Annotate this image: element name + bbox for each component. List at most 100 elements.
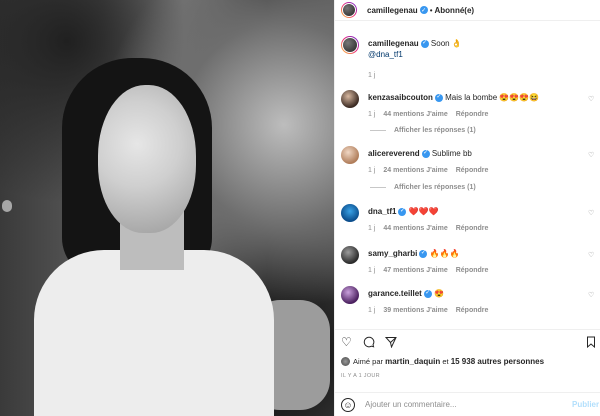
- comment-meta: 1 j 39 mentions J'aime Répondre: [368, 307, 593, 314]
- comment-like-heart-icon[interactable]: ♡: [588, 251, 595, 259]
- likes-suffix: et: [442, 357, 449, 366]
- comment-likes[interactable]: 44 mentions J'aime: [383, 225, 447, 232]
- emoji-icon[interactable]: ☺: [341, 397, 355, 412]
- comment-username[interactable]: dna_tf1: [368, 207, 396, 216]
- comment-meta: 1 j 47 mentions J'aime Répondre: [368, 267, 593, 274]
- post-side-panel: camillegenau ✓ • Abonné(e) camillegenau ✓…: [334, 0, 600, 416]
- post-actions-bar: ♡: [335, 329, 600, 353]
- view-replies-label[interactable]: Afficher les réponses (1): [394, 184, 476, 191]
- caption-text: Soon: [430, 39, 450, 48]
- likes-count[interactable]: 15 938 autres personnes: [451, 357, 544, 366]
- comment-time[interactable]: 1 j: [368, 307, 375, 314]
- caption-emoji: 👌: [451, 39, 462, 48]
- verified-badge-icon: ✓: [419, 6, 428, 14]
- post-timestamp[interactable]: IL Y A 1 JOUR: [341, 373, 380, 379]
- avatar[interactable]: [341, 204, 359, 222]
- comment-like-heart-icon[interactable]: ♡: [588, 151, 595, 159]
- likes-user[interactable]: martin_daquin: [385, 357, 440, 366]
- comment-line: alicereverend ✓ Sublime bb: [368, 148, 593, 159]
- comment-body: alicereverend ✓ Sublime bb 1 j 24 mention…: [368, 148, 593, 174]
- comment-username[interactable]: kenzasaibcouton: [368, 93, 433, 102]
- avatar[interactable]: [341, 286, 359, 304]
- comment-username[interactable]: garance.teillet: [368, 289, 422, 298]
- comment-body: dna_tf1 ✓ ❤️❤️❤️ 1 j 44 mentions J'aime R…: [368, 206, 593, 232]
- likes-prefix: Aimé par: [353, 357, 384, 366]
- reply-button[interactable]: Répondre: [456, 225, 489, 232]
- reply-button[interactable]: Répondre: [456, 267, 489, 274]
- avatar[interactable]: [342, 3, 356, 17]
- avatar[interactable]: [341, 246, 359, 264]
- comment-body: samy_gharbi ✓ 🔥🔥🔥 1 j 47 mentions J'aime …: [368, 248, 593, 274]
- view-replies-link[interactable]: Afficher les réponses (1): [370, 184, 476, 191]
- comment-like-heart-icon[interactable]: ♡: [588, 291, 595, 299]
- caption-mention[interactable]: @dna_tf1: [368, 49, 593, 60]
- comment-username[interactable]: samy_gharbi: [368, 249, 417, 258]
- photo-subject-dress: [34, 250, 274, 416]
- avatar[interactable]: [342, 37, 358, 53]
- verified-badge-icon: ✓: [398, 207, 407, 216]
- reply-button[interactable]: Répondre: [456, 111, 489, 118]
- likes-summary: Aimé par martin_daquin et 15 938 autres …: [341, 357, 544, 366]
- comment-like-heart-icon[interactable]: ♡: [588, 95, 595, 103]
- comment-likes[interactable]: 24 mentions J'aime: [383, 167, 447, 174]
- comment-like-heart-icon[interactable]: ♡: [588, 209, 595, 217]
- comment-input[interactable]: [365, 400, 570, 409]
- comment-text: 😍: [434, 289, 445, 298]
- caption-line: camillegenau ✓ Soon 👌: [368, 38, 593, 49]
- comment-text: Sublime bb: [431, 149, 472, 158]
- comment-likes[interactable]: 39 mentions J'aime: [383, 307, 447, 314]
- comment-meta: 1 j 44 mentions J'aime Répondre: [368, 225, 593, 232]
- avatar[interactable]: [341, 146, 359, 164]
- verified-badge-icon: ✓: [423, 289, 432, 298]
- photo-subject-face: [98, 85, 196, 233]
- post-viewer: camillegenau ✓ • Abonné(e) camillegenau ✓…: [0, 0, 600, 416]
- post-header: camillegenau ✓ • Abonné(e): [335, 0, 600, 21]
- comment-text: ❤️❤️❤️: [408, 207, 439, 216]
- comment-line: dna_tf1 ✓ ❤️❤️❤️: [368, 206, 593, 217]
- following-status-button[interactable]: Abonné(e): [435, 6, 475, 15]
- view-replies-label[interactable]: Afficher les réponses (1): [394, 127, 476, 134]
- replies-divider: [370, 130, 386, 131]
- comment-line: kenzasaibcouton ✓ Mais la bombe 😍😍😍😆: [368, 92, 593, 103]
- comment-time[interactable]: 1 j: [368, 111, 375, 118]
- comment-time[interactable]: 1 j: [368, 167, 375, 174]
- avatar[interactable]: [341, 357, 350, 366]
- share-icon[interactable]: [384, 336, 397, 349]
- comment-time[interactable]: 1 j: [368, 267, 375, 274]
- verified-badge-icon: ✓: [434, 93, 443, 102]
- heart-icon[interactable]: ♡: [341, 336, 353, 348]
- caption-avatar-ring[interactable]: [341, 36, 359, 54]
- verified-badge-icon: ✓: [420, 39, 429, 48]
- caption-username[interactable]: camillegenau: [368, 39, 419, 48]
- replies-divider: [370, 187, 386, 188]
- caption-meta: 1 j: [368, 72, 593, 79]
- verified-badge-icon: ✓: [419, 249, 428, 258]
- comment-text: 🔥🔥🔥: [429, 249, 460, 258]
- comment-text: Mais la bombe 😍😍😍😆: [445, 93, 540, 102]
- header-avatar-ring[interactable]: [341, 2, 357, 18]
- carousel-left-indicator[interactable]: [2, 200, 12, 212]
- comment-likes[interactable]: 44 mentions J'aime: [383, 111, 447, 118]
- header-separator: •: [429, 5, 433, 15]
- reply-button[interactable]: Répondre: [456, 167, 489, 174]
- comment-composer: ☺ Publier: [335, 392, 600, 416]
- view-replies-link[interactable]: Afficher les réponses (1): [370, 127, 476, 134]
- verified-badge-icon: ✓: [421, 149, 430, 158]
- comment-line: samy_gharbi ✓ 🔥🔥🔥: [368, 248, 593, 259]
- comment-icon[interactable]: [363, 336, 375, 348]
- comment-body: garance.teillet ✓ 😍 1 j 39 mentions J'aim…: [368, 288, 593, 314]
- header-username[interactable]: camillegenau: [367, 6, 418, 15]
- caption-time[interactable]: 1 j: [368, 72, 375, 79]
- publish-button[interactable]: Publier: [572, 400, 599, 409]
- avatar[interactable]: [341, 90, 359, 108]
- caption-body: camillegenau ✓ Soon 👌 @dna_tf1 1 j: [368, 38, 593, 79]
- post-photo[interactable]: [0, 0, 334, 416]
- reply-button[interactable]: Répondre: [456, 307, 489, 314]
- comment-time[interactable]: 1 j: [368, 225, 375, 232]
- comment-meta: 1 j 24 mentions J'aime Répondre: [368, 167, 593, 174]
- bookmark-icon[interactable]: [585, 336, 597, 349]
- comment-meta: 1 j 44 mentions J'aime Répondre: [368, 111, 593, 118]
- comment-likes[interactable]: 47 mentions J'aime: [383, 267, 447, 274]
- comment-username[interactable]: alicereverend: [368, 149, 420, 158]
- comment-body: kenzasaibcouton ✓ Mais la bombe 😍😍😍😆 1 j …: [368, 92, 593, 118]
